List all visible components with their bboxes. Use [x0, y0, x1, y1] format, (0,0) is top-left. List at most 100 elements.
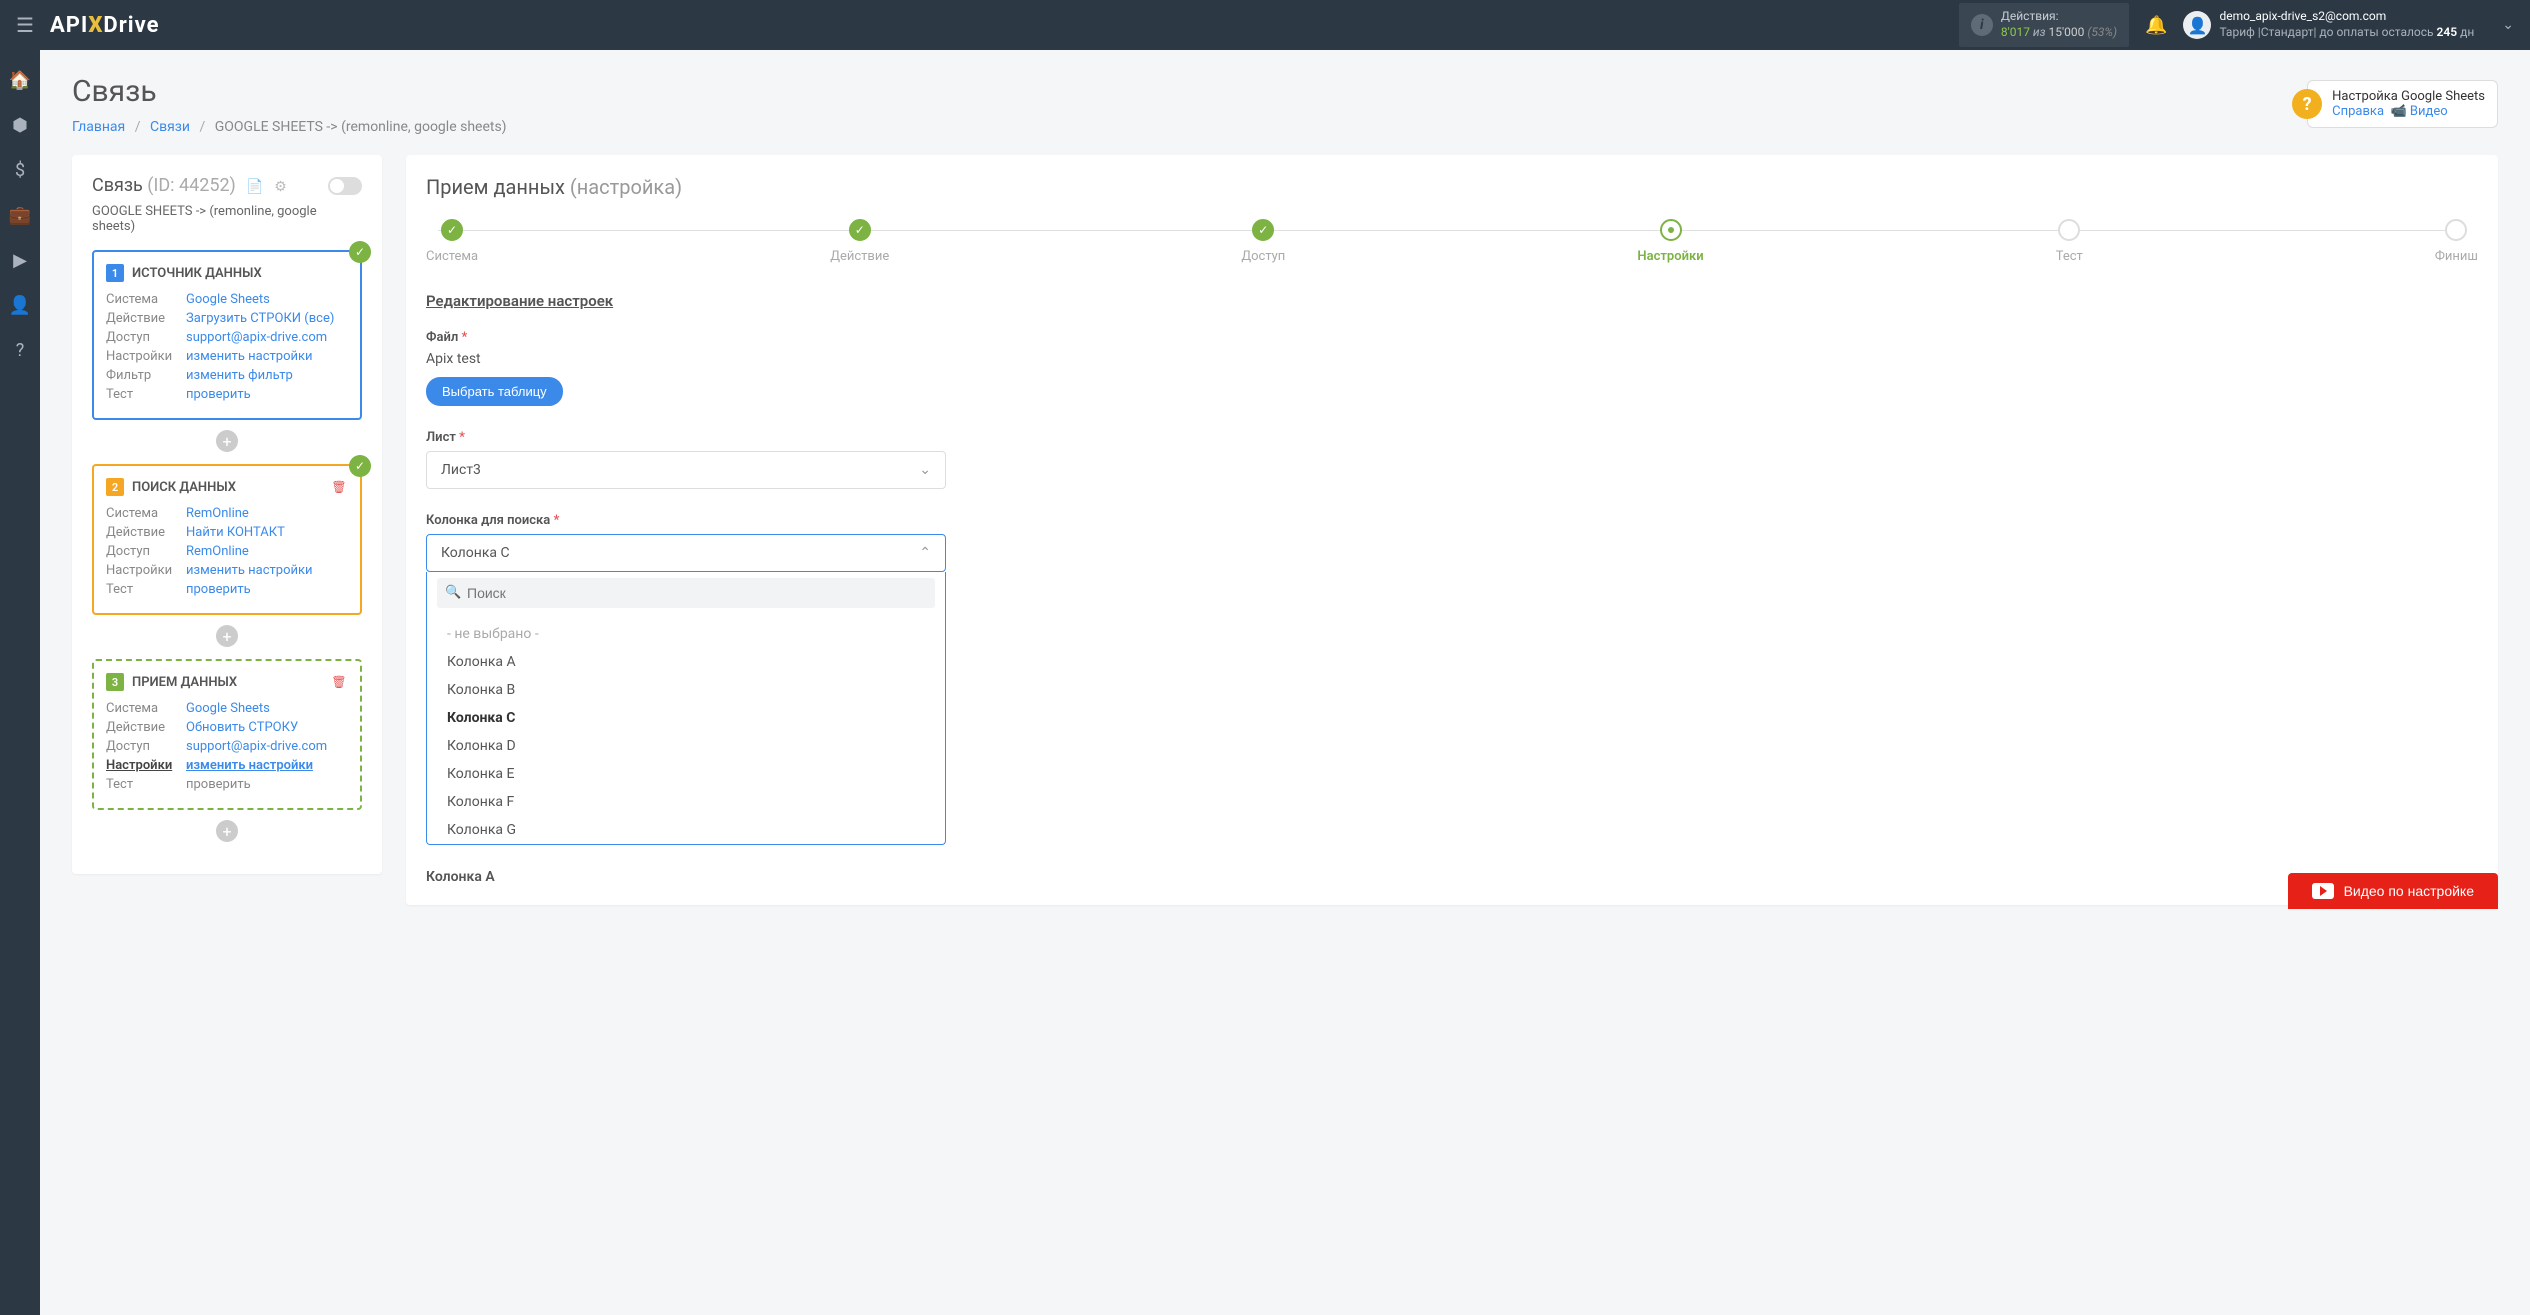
dropdown-option[interactable]: Колонка G [427, 816, 945, 844]
avatar-icon: 👤 [2183, 11, 2211, 39]
add-block-button[interactable]: + [216, 430, 238, 452]
step-label: Действие [830, 249, 889, 264]
row-value[interactable]: RemOnline [186, 544, 249, 559]
row-label: Тест [106, 777, 186, 792]
block-title: ПОИСК ДАННЫХ [132, 480, 236, 495]
connection-id: (ID: 44252) [147, 175, 236, 196]
dropdown-option[interactable]: Колонка D [427, 732, 945, 760]
breadcrumb-current: GOOGLE SHEETS -> (remonline, google shee… [215, 119, 507, 135]
dropdown-option-none[interactable]: - не выбрано - [427, 620, 945, 648]
step-действие[interactable]: ✓ Действие [830, 219, 889, 264]
row-value[interactable]: проверить [186, 387, 251, 402]
row-value[interactable]: изменить настройки [186, 758, 313, 773]
help-link-video[interactable]: Видео [2410, 104, 2448, 119]
step-circle [2445, 219, 2467, 241]
step-тест[interactable]: Тест [2056, 219, 2083, 264]
row-value[interactable]: изменить фильтр [186, 368, 293, 383]
step-label: Настройки [1637, 249, 1703, 264]
row-label: Система [106, 701, 186, 716]
actions-label: Действия: [2001, 9, 2117, 25]
panel-title: Связь [92, 175, 143, 196]
block-num: 3 [106, 673, 124, 691]
dropdown-option[interactable]: Колонка F [427, 788, 945, 816]
sheet-label: Лист [426, 430, 456, 445]
settings-title: Прием данных [426, 175, 565, 199]
row-value[interactable]: RemOnline [186, 506, 249, 521]
sheet-select[interactable]: Лист3 ⌄ [426, 451, 946, 489]
video-tutorial-button[interactable]: Видео по настройке [2288, 873, 2498, 909]
row-value[interactable]: Google Sheets [186, 292, 270, 307]
row-value[interactable]: изменить настройки [186, 349, 313, 364]
block-num: 2 [106, 478, 124, 496]
dropdown-option[interactable]: Колонка B [427, 676, 945, 704]
help-link-docs[interactable]: Справка [2332, 104, 2384, 119]
user-menu[interactable]: 👤 demo_apix-drive_s2@com.com Тариф |Стан… [2183, 9, 2514, 40]
actions-current: 8'017 [2001, 25, 2030, 39]
step-система[interactable]: ✓ Система [426, 219, 478, 264]
step-финиш[interactable]: Финиш [2435, 219, 2478, 264]
dropdown-search-input[interactable] [437, 578, 935, 608]
user-icon[interactable]: 👤 [9, 295, 31, 316]
help-icon[interactable]: ? [16, 340, 25, 361]
block-card-3: 🗑3ПРИЕМ ДАННЫХСистемаGoogle SheetsДейств… [92, 659, 362, 810]
connection-toggle[interactable] [328, 177, 362, 195]
briefcase-icon[interactable]: 💼 [9, 205, 31, 226]
row-label: Тест [106, 387, 186, 402]
page-title: Связь [72, 74, 2498, 109]
row-value[interactable]: Обновить СТРОКУ [186, 720, 298, 735]
file-label: Файл [426, 330, 458, 345]
block-card-2: ✓🗑2ПОИСК ДАННЫХСистемаRemOnlineДействиеН… [92, 464, 362, 615]
choose-table-button[interactable]: Выбрать таблицу [426, 377, 563, 406]
step-настройки[interactable]: Настройки [1637, 219, 1703, 264]
dropdown-option[interactable]: Колонка C [427, 704, 945, 732]
connections-icon[interactable]: ⬢ [12, 115, 28, 136]
row-value[interactable]: Загрузить СТРОКИ (все) [186, 311, 334, 326]
row-label: Доступ [106, 330, 186, 345]
row-value[interactable]: support@apix-drive.com [186, 739, 327, 754]
home-icon[interactable]: 🏠 [9, 70, 31, 91]
step-circle: ✓ [441, 219, 463, 241]
trash-icon[interactable]: 🗑 [328, 671, 350, 693]
copy-icon[interactable]: 📄 [246, 179, 263, 195]
section-title: Редактирование настроек [426, 292, 2478, 310]
step-circle: ✓ [849, 219, 871, 241]
breadcrumb-links[interactable]: Связи [150, 119, 190, 135]
add-block-button[interactable]: + [216, 625, 238, 647]
bell-icon[interactable]: 🔔 [2145, 15, 2167, 36]
row-value[interactable]: support@apix-drive.com [186, 330, 327, 345]
logo-post: Drive [103, 13, 159, 38]
breadcrumb-home[interactable]: Главная [72, 119, 125, 135]
row-label: Доступ [106, 739, 186, 754]
logo[interactable]: APIXDrive [50, 13, 160, 38]
chevron-down-icon: ⌄ [919, 462, 931, 478]
step-circle [2058, 219, 2080, 241]
dropdown-option[interactable]: Колонка A [427, 648, 945, 676]
row-value[interactable]: Найти КОНТАКТ [186, 525, 285, 540]
row-label: Действие [106, 525, 186, 540]
chevron-up-icon: ⌃ [919, 545, 931, 561]
youtube-icon[interactable]: ▶ [13, 250, 27, 271]
row-label: Тест [106, 582, 186, 597]
row-value[interactable]: проверить [186, 777, 251, 792]
row-value[interactable]: изменить настройки [186, 563, 313, 578]
column-a-label: Колонка А [426, 869, 2478, 885]
actions-counter[interactable]: i Действия: 8'017 из 15'000 (53%) [1959, 3, 2129, 46]
logo-x: X [88, 13, 103, 38]
row-label: Действие [106, 311, 186, 326]
hamburger-icon[interactable]: ☰ [16, 13, 34, 37]
block-card-1: ✓1ИСТОЧНИК ДАННЫХСистемаGoogle SheetsДей… [92, 250, 362, 420]
billing-icon[interactable]: $ [15, 160, 25, 181]
help-title: Настройка Google Sheets [2332, 89, 2485, 104]
help-badge: ? Настройка Google Sheets Справка 📹 Виде… [2307, 80, 2498, 128]
block-num: 1 [106, 264, 124, 282]
row-value[interactable]: Google Sheets [186, 701, 270, 716]
trash-icon[interactable]: 🗑 [328, 476, 350, 498]
step-доступ[interactable]: ✓Доступ [1241, 219, 1285, 264]
dropdown-option[interactable]: Колонка E [427, 760, 945, 788]
step-label: Система [426, 249, 478, 264]
add-block-button[interactable]: + [216, 820, 238, 842]
search-column-select[interactable]: Колонка C ⌃ [426, 534, 946, 572]
row-value[interactable]: проверить [186, 582, 251, 597]
row-label: Фильтр [106, 368, 186, 383]
gear-icon[interactable]: ⚙ [274, 179, 287, 195]
